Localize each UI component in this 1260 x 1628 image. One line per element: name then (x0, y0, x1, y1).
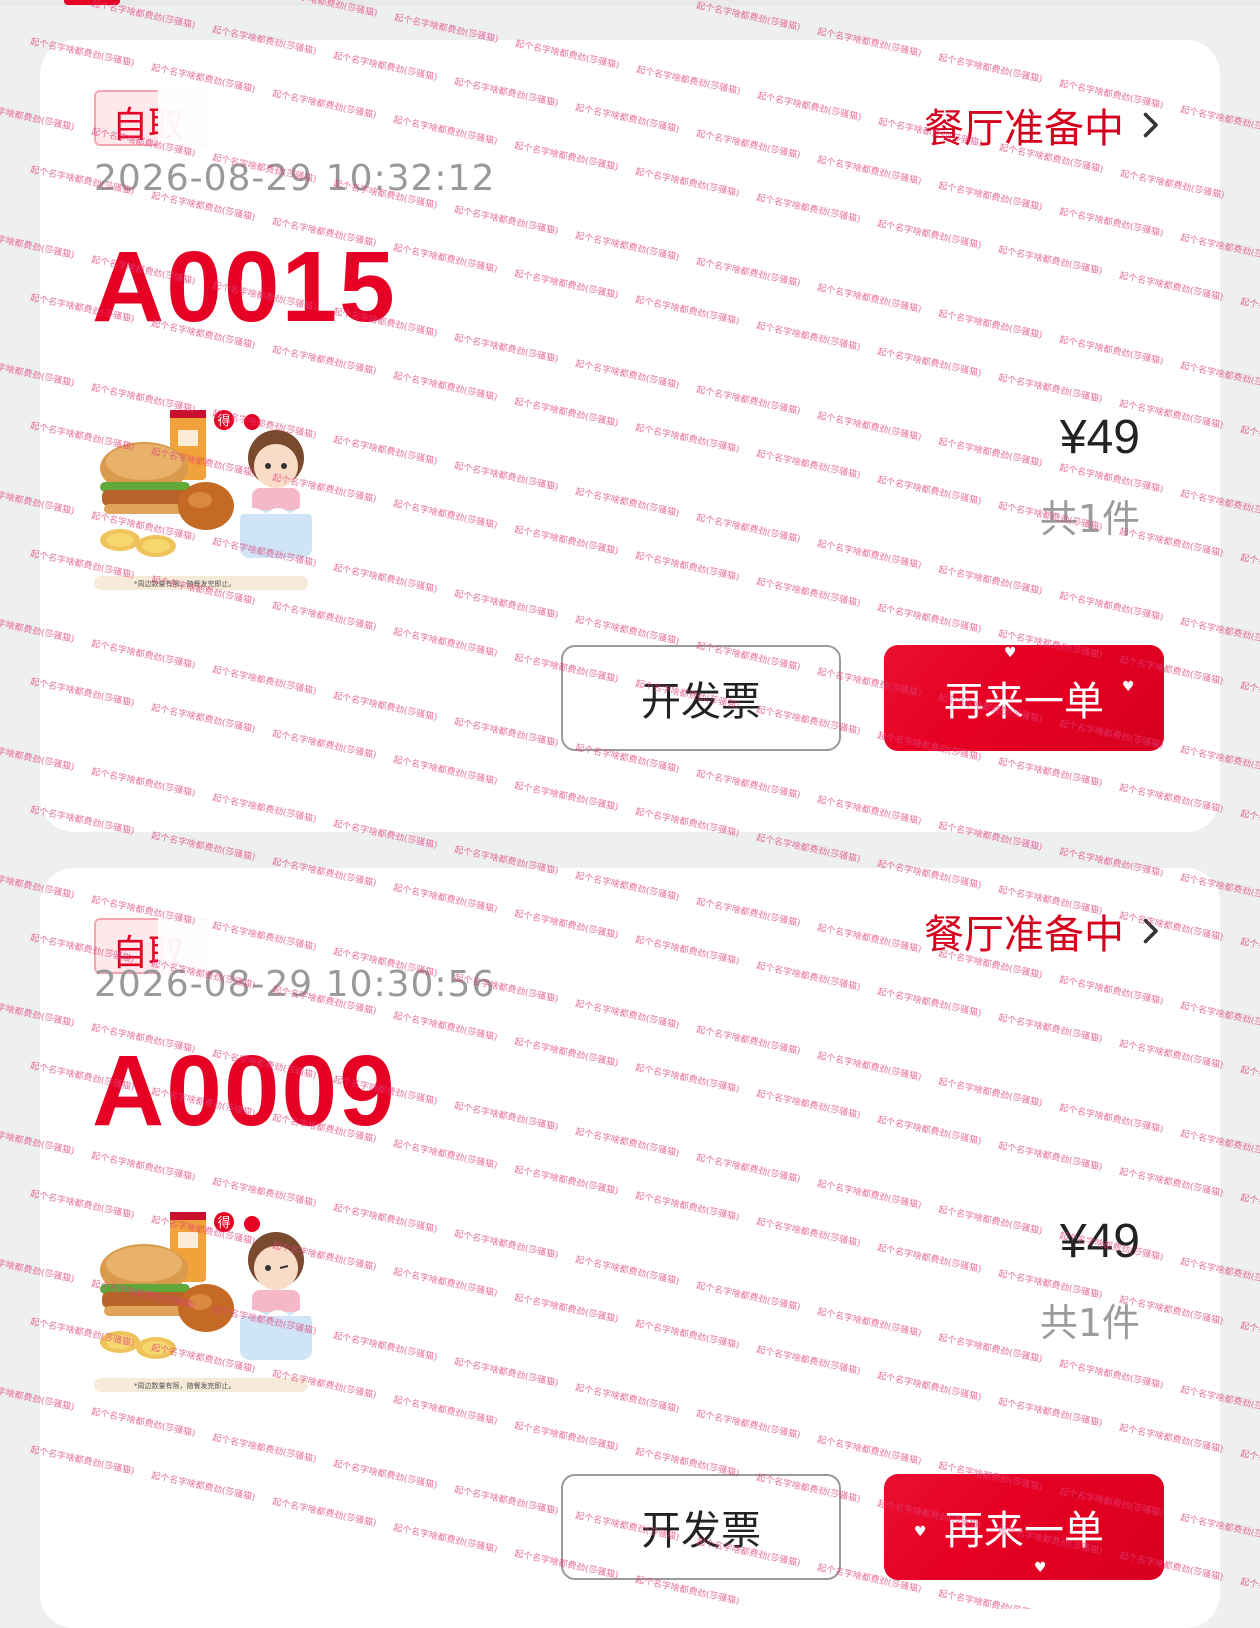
order-status-link[interactable]: 餐厅准备中 (924, 902, 1168, 960)
gift-badge: 得 (217, 1215, 230, 1231)
watermark-text: 起个名字啥都费劲(莎骚猫) (150, 829, 256, 863)
reorder-button-label: 再来一单 (944, 1508, 1104, 1554)
heart-icon: ♥ (1122, 679, 1135, 695)
order-price: ¥49 (1059, 411, 1140, 464)
order-card[interactable]: 自取 餐厅准备中 2026-08-29 10:32:12 A0015 得 *周边… (40, 40, 1220, 832)
top-tab-indicator (64, 0, 120, 5)
redacted-store-name (158, 88, 438, 150)
order-status-label: 餐厅准备中 (924, 912, 1124, 958)
order-number: A0009 (92, 1035, 397, 1147)
heart-icon: ♥ (1004, 645, 1017, 661)
watermark-text: 起个名字啥都费劲(莎骚猫) (1239, 1063, 1260, 1097)
invoice-button[interactable]: 开发票 (561, 645, 841, 751)
heart-icon: ♥ (914, 1524, 927, 1540)
reorder-button[interactable]: ♥ ♥ 再来一单 (884, 645, 1164, 751)
invoice-button[interactable]: 开发票 (561, 1474, 841, 1580)
order-status-label: 餐厅准备中 (924, 106, 1124, 152)
order-price: ¥49 (1059, 1215, 1140, 1268)
product-image[interactable]: 得 *周边数量有限，随餐发完即止。 (94, 402, 334, 602)
invoice-button-label: 开发票 (641, 1508, 761, 1554)
order-card[interactable]: 自取 餐厅准备中 2026-08-29 10:30:56 A0009 得 *周边… (40, 868, 1220, 1628)
watermark-text: 起个名字啥都费劲(莎骚猫) (1239, 807, 1260, 841)
chevron-right-icon (1143, 918, 1158, 944)
order-number: A0015 (92, 231, 397, 343)
reorder-button[interactable]: ♥ ♥ 再来一单 (884, 1474, 1164, 1580)
watermark-text: 起个名字啥都费劲(莎骚猫) (1239, 295, 1260, 329)
order-quantity: 共1件 (1039, 1301, 1140, 1345)
watermark-text: 起个名字啥都费劲(莎骚猫) (1239, 423, 1260, 457)
watermark-text: 起个名字啥都费劲(莎骚猫) (1239, 1447, 1260, 1481)
reorder-button-label: 再来一单 (944, 679, 1104, 725)
watermark-text: 起个名字啥都费劲(莎骚猫) (1239, 1575, 1260, 1609)
watermark-text: 起个名字啥都费劲(莎骚猫) (755, 831, 861, 865)
product-note: *周边数量有限，随餐发完即止。 (134, 1381, 236, 1390)
top-strip (0, 0, 1260, 6)
order-status-link[interactable]: 餐厅准备中 (924, 96, 1168, 154)
watermark-text: 起个名字啥都费劲(莎骚猫) (1239, 679, 1260, 713)
watermark-text: 起个名字啥都费劲(莎骚猫) (1239, 551, 1260, 585)
product-image[interactable]: 得 *周边数量有限，随餐发完即止。 (94, 1204, 334, 1404)
order-datetime: 2026-08-29 10:32:12 (94, 158, 496, 199)
invoice-button-label: 开发票 (641, 679, 761, 725)
watermark-text: 起个名字啥都费劲(莎骚猫) (1239, 1319, 1260, 1353)
heart-icon: ♥ (1034, 1560, 1047, 1576)
order-datetime: 2026-08-29 10:30:56 (94, 964, 496, 1005)
watermark-text: 起个名字啥都费劲(莎骚猫) (1239, 935, 1260, 969)
chevron-right-icon (1143, 112, 1158, 138)
product-note: *周边数量有限，随餐发完即止。 (134, 579, 236, 588)
watermark-text: 起个名字啥都费劲(莎骚猫) (1239, 1191, 1260, 1225)
gift-badge: 得 (217, 413, 230, 429)
order-quantity: 共1件 (1039, 497, 1140, 541)
